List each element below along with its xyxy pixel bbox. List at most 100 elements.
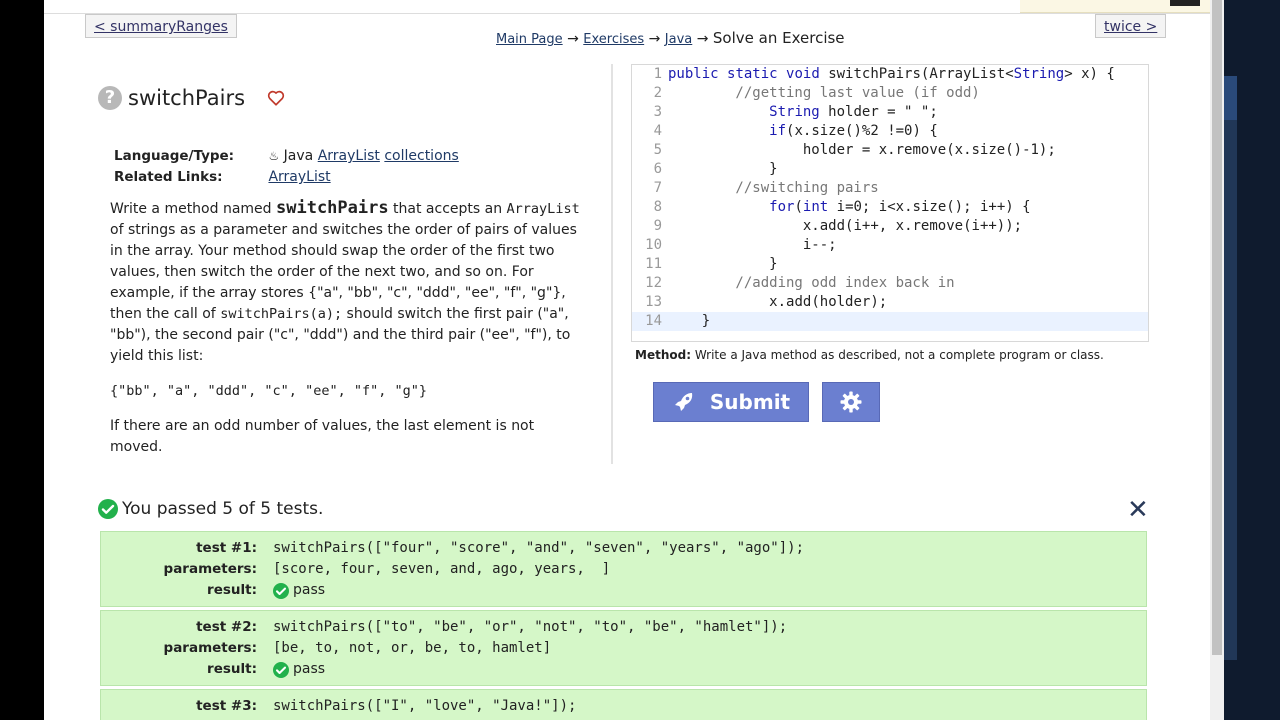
line-number: 10	[645, 237, 662, 253]
line-number: 11	[645, 256, 662, 272]
code-text: if(x.size()%2 !=0) {	[769, 123, 938, 139]
problem-meta: Language/Type: ♨ Java ArrayList collecti…	[114, 146, 459, 188]
desc-code: switchPairs(a);	[220, 306, 343, 322]
rocket-icon	[674, 393, 693, 411]
java-icon: ♨	[268, 149, 280, 163]
code-line: 4 if(x.size()%2 !=0) {	[632, 122, 1148, 141]
code-line: 10 i--;	[632, 236, 1148, 255]
code-line: 14 }	[632, 312, 1148, 331]
desc-code: ArrayList	[506, 201, 580, 217]
submit-label: Submit	[709, 390, 791, 414]
line-number: 14	[645, 313, 662, 329]
line-number: 9	[653, 218, 662, 234]
settings-button[interactable]	[822, 382, 880, 422]
gear-icon	[840, 391, 862, 413]
parameters-label: parameters:	[163, 640, 257, 656]
code-line: 9 x.add(i++, x.remove(i++));	[632, 217, 1148, 236]
type-link-collections[interactable]: collections	[384, 148, 458, 164]
test-summary: You passed 5 of 5 tests.	[98, 499, 323, 519]
test-result: pass	[293, 661, 326, 677]
code-text: //adding odd index back in	[668, 275, 955, 291]
test-case-3: test #3: switchPairs(["I", "love", "Java!…	[100, 689, 1147, 720]
code-text: }	[668, 313, 711, 329]
language-label: Language/Type:	[114, 148, 235, 164]
method-note-text: Write a Java method as described, not a …	[694, 348, 1104, 362]
result-label: result:	[207, 661, 257, 677]
code-line: 8 for(int i=0; i<x.size(); i++) {	[632, 198, 1148, 217]
line-number: 4	[653, 123, 662, 139]
check-circle-icon	[98, 499, 118, 519]
line-number: 13	[645, 294, 662, 310]
description-paragraph: Write a method named switchPairs that ac…	[110, 198, 588, 367]
language-value: Java	[283, 148, 314, 164]
breadcrumb-arrow: →	[648, 31, 661, 47]
top-banner-dark-fragment	[1170, 0, 1200, 6]
line-number: 6	[653, 161, 662, 177]
code-text: x.add(i++, x.remove(i++));	[802, 218, 1023, 234]
code-line: 2 //getting last value (if odd)	[632, 84, 1148, 103]
code-line: 13 x.add(holder);	[632, 293, 1148, 312]
test-call: switchPairs(["four", "score", "and", "se…	[273, 540, 805, 556]
description-note: If there are an odd number of values, th…	[110, 418, 535, 455]
code-text: }	[668, 256, 778, 272]
code-line: 6 }	[632, 160, 1148, 179]
page: < summaryRanges twice > Main Page → Exer…	[44, 0, 1210, 720]
test-params: [be, to, not, or, be, to, hamlet]	[273, 640, 552, 656]
code-text: public static void switchPairs(ArrayList…	[668, 66, 1115, 82]
code-editor[interactable]: 1 public static void switchPairs(ArrayLis…	[631, 64, 1149, 342]
desc-text: Write a method named	[110, 201, 276, 217]
desc-method-name: switchPairs	[276, 198, 389, 218]
test-call: switchPairs(["I", "love", "Java!"]);	[273, 698, 577, 714]
line-number: 5	[653, 142, 662, 158]
type-link-arraylist[interactable]: ArrayList	[318, 148, 380, 164]
close-results-icon[interactable]: ✕	[1127, 495, 1149, 525]
test-summary-text: You passed 5 of 5 tests.	[122, 499, 324, 519]
method-note-label: Method:	[635, 348, 691, 362]
breadcrumb-java[interactable]: Java	[665, 32, 692, 47]
column-divider	[611, 64, 613, 464]
code-line: 11 }	[632, 255, 1148, 274]
breadcrumb-arrow: →	[567, 31, 579, 47]
submit-button[interactable]: Submit	[653, 382, 809, 422]
related-label: Related Links:	[114, 169, 223, 185]
code-line: 5 holder = x.remove(x.size()-1);	[632, 141, 1148, 160]
code-text: }	[668, 161, 778, 177]
related-row: Related Links: ArrayList	[114, 167, 459, 188]
code-text: //switching pairs	[668, 180, 879, 196]
heart-icon[interactable]	[267, 89, 285, 107]
line-number: 1	[653, 66, 662, 82]
code-line: 1 public static void switchPairs(ArrayLis…	[632, 65, 1148, 84]
code-text: for(int i=0; i<x.size(); i++) {	[769, 199, 1031, 215]
test-params: [score, four, seven, and, ago, years, ]	[273, 561, 611, 577]
test-label: test #3:	[196, 698, 257, 714]
parameters-label: parameters:	[163, 561, 257, 577]
desc-text: that accepts an	[388, 201, 507, 217]
line-number: 12	[645, 275, 662, 291]
line-number: 3	[653, 104, 662, 120]
desktop-panel	[1224, 76, 1237, 120]
code-line: 7 //switching pairs	[632, 179, 1148, 198]
code-text: holder = x.remove(x.size()-1);	[802, 142, 1056, 158]
breadcrumb-exercises[interactable]: Exercises	[583, 32, 644, 47]
next-exercise-button[interactable]: twice >	[1095, 14, 1167, 38]
prev-exercise-button[interactable]: < summaryRanges	[85, 14, 237, 38]
problem-header: ? switchPairs	[98, 86, 285, 110]
related-link-arraylist[interactable]: ArrayList	[268, 169, 330, 185]
breadcrumb: Main Page → Exercises → Java → Solve an …	[496, 29, 845, 47]
test-result: pass	[293, 582, 326, 598]
check-circle-icon	[273, 661, 289, 678]
test-label: test #2:	[196, 619, 257, 635]
test-case-1: test #1: switchPairs(["four", "score", "a…	[100, 531, 1147, 607]
breadcrumb-arrow: →	[696, 31, 709, 47]
help-icon[interactable]: ?	[98, 86, 122, 110]
language-row: Language/Type: ♨ Java ArrayList collecti…	[114, 146, 459, 167]
code-text: //getting last value (if odd)	[668, 85, 980, 101]
result-label: result:	[207, 582, 257, 598]
scrollbar-thumb[interactable]	[1212, 0, 1222, 655]
breadcrumb-current: Solve an Exercise	[712, 29, 845, 47]
breadcrumb-main-page[interactable]: Main Page	[496, 32, 563, 47]
code-text: x.add(holder);	[769, 294, 888, 310]
desktop-panel	[1224, 120, 1237, 660]
line-number: 8	[653, 199, 662, 215]
method-note: Method: Write a Java method as described…	[635, 348, 1104, 362]
